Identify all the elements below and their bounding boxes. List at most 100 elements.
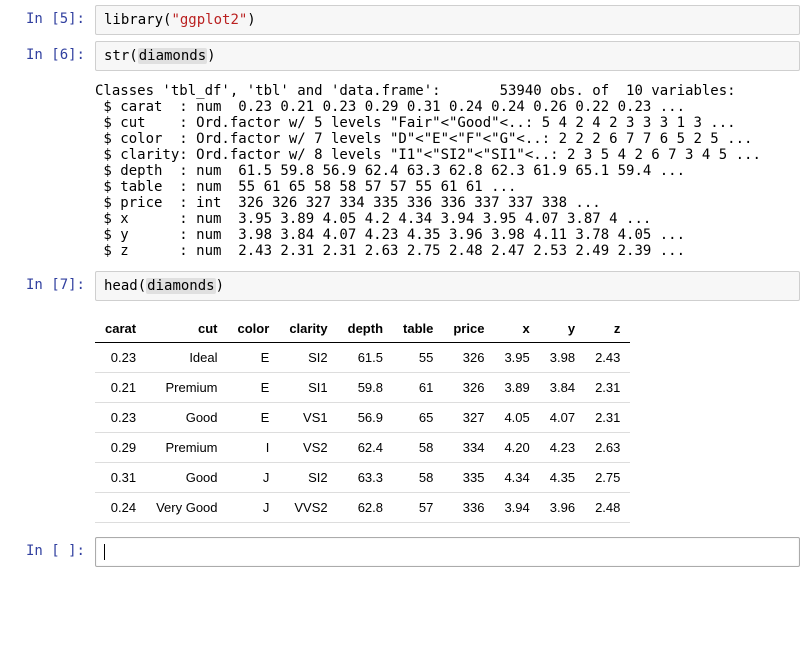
code-token: ): [247, 12, 255, 28]
table-header: price: [443, 315, 494, 343]
table-cell: 4.07: [540, 403, 585, 433]
table-cell: 0.24: [95, 493, 146, 523]
prompt-label: In [7]:: [5, 271, 95, 299]
table-cell: SI2: [279, 343, 337, 373]
code-input[interactable]: head(diamonds): [95, 271, 800, 301]
table-cell: Premium: [146, 433, 227, 463]
table-cell: 326: [443, 373, 494, 403]
table-cell: 334: [443, 433, 494, 463]
table-header: y: [540, 315, 585, 343]
code-input[interactable]: str(diamonds): [95, 41, 800, 71]
table-header: color: [228, 315, 280, 343]
table-cell: 4.34: [494, 463, 539, 493]
table-cell: 3.98: [540, 343, 585, 373]
table-cell: 0.31: [95, 463, 146, 493]
table-cell: J: [228, 493, 280, 523]
table-row: 0.29PremiumIVS262.4583344.204.232.63: [95, 433, 630, 463]
table-cell: 336: [443, 493, 494, 523]
table-cell: SI2: [279, 463, 337, 493]
table-cell: 3.94: [494, 493, 539, 523]
table-cell: VS1: [279, 403, 337, 433]
table-cell: 0.21: [95, 373, 146, 403]
table-cell: 4.23: [540, 433, 585, 463]
table-header: depth: [338, 315, 393, 343]
text-cursor: [104, 544, 105, 560]
table-cell: 3.89: [494, 373, 539, 403]
table-header: x: [494, 315, 539, 343]
table-cell: 2.48: [585, 493, 630, 523]
table-cell: 63.3: [338, 463, 393, 493]
table-cell: 65: [393, 403, 443, 433]
table-cell: 55: [393, 343, 443, 373]
table-row: 0.23GoodEVS156.9653274.054.072.31: [95, 403, 630, 433]
table-cell: 4.35: [540, 463, 585, 493]
table-cell: J: [228, 463, 280, 493]
output-cell-6: Classes 'tbl_df', 'tbl' and 'data.frame'…: [5, 77, 800, 265]
table-cell: E: [228, 403, 280, 433]
table-cell: Premium: [146, 373, 227, 403]
table-cell: 57: [393, 493, 443, 523]
table-row: 0.24Very GoodJVVS262.8573363.943.962.48: [95, 493, 630, 523]
code-token: library(: [104, 12, 171, 28]
code-cell-7: In [7]: head(diamonds): [5, 271, 800, 301]
table-cell: VVS2: [279, 493, 337, 523]
table-row: 0.23IdealESI261.5553263.953.982.43: [95, 343, 630, 373]
table-cell: 3.84: [540, 373, 585, 403]
table-header: table: [393, 315, 443, 343]
prompt-label: In [6]:: [5, 41, 95, 69]
prompt-label: In [ ]:: [5, 537, 95, 565]
table-cell: SI1: [279, 373, 337, 403]
table-cell: 2.31: [585, 403, 630, 433]
table-cell: 61.5: [338, 343, 393, 373]
code-input[interactable]: [95, 537, 800, 567]
table-header: z: [585, 315, 630, 343]
table-cell: Very Good: [146, 493, 227, 523]
code-variable: diamonds: [146, 278, 215, 294]
table-cell: Good: [146, 403, 227, 433]
code-cell-6: In [6]: str(diamonds): [5, 41, 800, 71]
code-cell-empty: In [ ]:: [5, 537, 800, 567]
prompt-label: In [5]:: [5, 5, 95, 33]
table-cell: E: [228, 373, 280, 403]
output-cell-7: caratcutcolorclaritydepthtablepricexyz 0…: [5, 307, 800, 531]
code-input[interactable]: library("ggplot2"): [95, 5, 800, 35]
code-cell-5: In [5]: library("ggplot2"): [5, 5, 800, 35]
table-cell: 59.8: [338, 373, 393, 403]
code-token: head(: [104, 278, 146, 294]
table-cell: 2.63: [585, 433, 630, 463]
table-cell: 62.4: [338, 433, 393, 463]
table-cell: 58: [393, 463, 443, 493]
table-header-row: caratcutcolorclaritydepthtablepricexyz: [95, 315, 630, 343]
table-header: cut: [146, 315, 227, 343]
table-cell: 2.43: [585, 343, 630, 373]
table-cell: 327: [443, 403, 494, 433]
table-cell: 2.75: [585, 463, 630, 493]
table-cell: 335: [443, 463, 494, 493]
table-cell: 0.23: [95, 343, 146, 373]
code-string: "ggplot2": [171, 12, 247, 28]
table-cell: 58: [393, 433, 443, 463]
code-variable: diamonds: [138, 48, 207, 64]
table-cell: VS2: [279, 433, 337, 463]
table-row: 0.31GoodJSI263.3583354.344.352.75: [95, 463, 630, 493]
table-cell: E: [228, 343, 280, 373]
table-cell: 0.23: [95, 403, 146, 433]
table-cell: 2.31: [585, 373, 630, 403]
table-cell: 56.9: [338, 403, 393, 433]
table-cell: 326: [443, 343, 494, 373]
table-header: carat: [95, 315, 146, 343]
code-token: ): [216, 278, 224, 294]
table-row: 0.21PremiumESI159.8613263.893.842.31: [95, 373, 630, 403]
table-cell: 4.20: [494, 433, 539, 463]
table-cell: 62.8: [338, 493, 393, 523]
table-cell: 3.96: [540, 493, 585, 523]
table-cell: 4.05: [494, 403, 539, 433]
table-header: clarity: [279, 315, 337, 343]
data-table: caratcutcolorclaritydepthtablepricexyz 0…: [95, 315, 630, 523]
code-token: ): [207, 48, 215, 64]
code-token: str(: [104, 48, 138, 64]
table-cell: Good: [146, 463, 227, 493]
table-cell: 61: [393, 373, 443, 403]
table-cell: I: [228, 433, 280, 463]
table-output: caratcutcolorclaritydepthtablepricexyz 0…: [95, 307, 800, 531]
